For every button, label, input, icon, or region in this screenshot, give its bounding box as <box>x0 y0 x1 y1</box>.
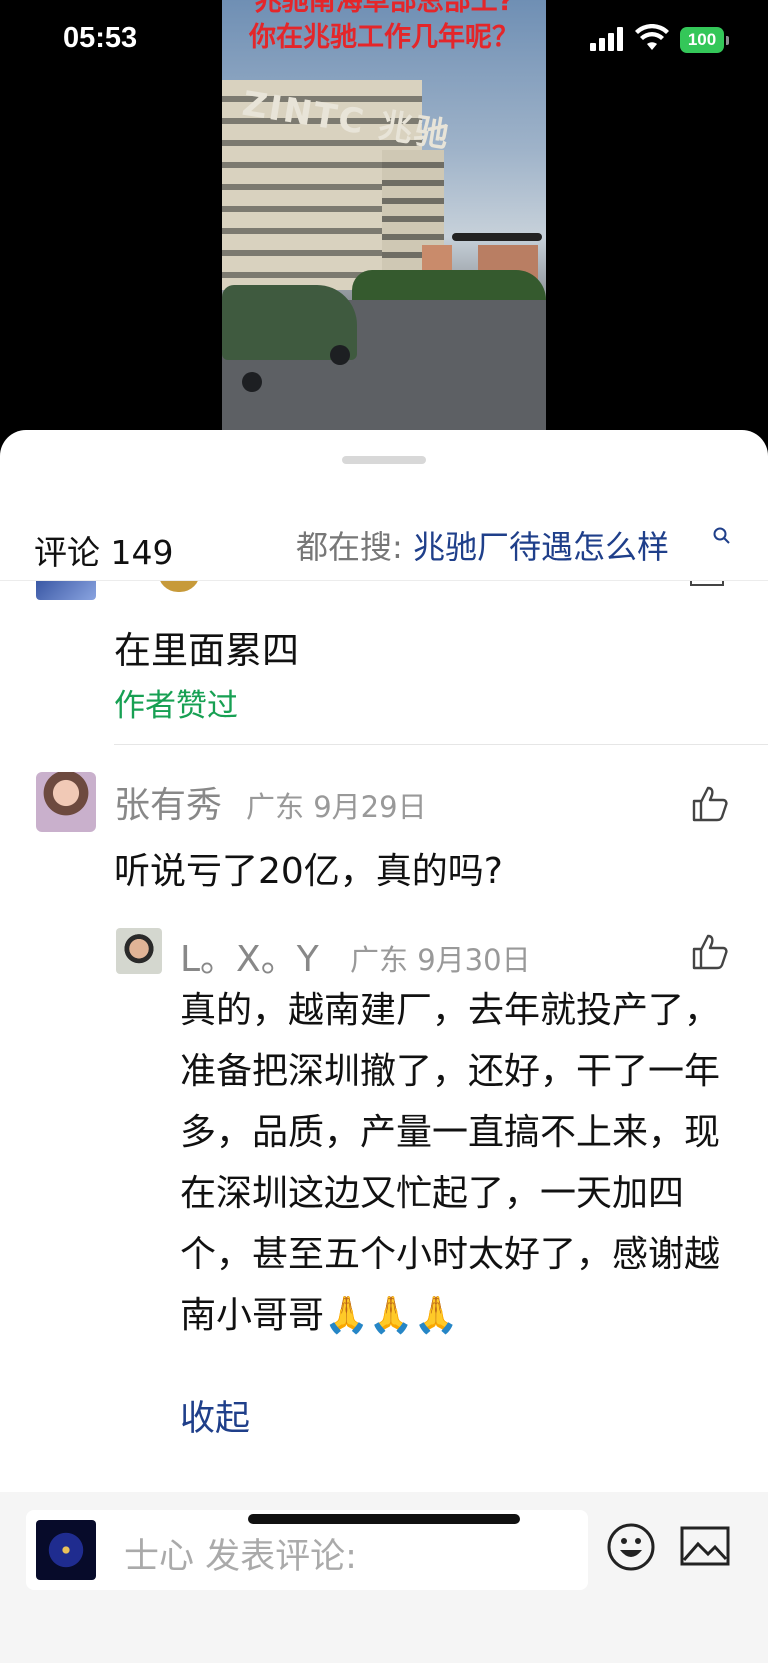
trending-search[interactable]: 都在搜: 兆驰厂待遇怎么样 <box>296 522 669 568</box>
thumbs-up-icon[interactable] <box>690 784 730 824</box>
comment-header: 评论 149 都在搜: 兆驰厂待遇怎么样 <box>0 506 768 581</box>
video-player[interactable]: ZINTC 兆驰 兆驰南海草部总部工? 你在兆驰工作几年呢？ <box>0 0 768 440</box>
avatar[interactable] <box>116 928 162 974</box>
avatar[interactable] <box>36 580 96 600</box>
comment-author[interactable]: 张有秀 <box>114 776 222 828</box>
comment-sheet: 评论 149 都在搜: 兆驰厂待遇怎么样 在里面累四 作者赞过 张有秀 广东 9… <box>0 430 768 1663</box>
thumbs-up-icon[interactable] <box>690 932 730 972</box>
smiley-icon[interactable] <box>606 1522 656 1572</box>
image-icon[interactable] <box>680 1526 730 1566</box>
search-icon[interactable] <box>712 526 732 546</box>
collapse-replies-link[interactable]: 收起 <box>180 1390 250 1441</box>
divider <box>114 744 768 745</box>
traffic-light <box>452 233 542 241</box>
video-caption: 兆驰南海草部总部工? 你在兆驰工作几年呢？ <box>222 0 546 56</box>
battery-icon: 100 <box>680 27 724 53</box>
sheet-drag-handle[interactable] <box>342 456 426 464</box>
input-placeholder: 士心 发表评论: <box>124 1537 357 1577</box>
cart-wheel <box>330 345 350 365</box>
reply-text: 真的，越南建厂，去年就投产了，准备把深圳撤了，还好，干了一年多，品质，产量一直搞… <box>180 990 721 1336</box>
comment-text: 听说亏了20亿，真的吗? <box>114 851 503 892</box>
comment-text: 在里面累四 <box>114 629 299 672</box>
reply-meta: 广东 9月30日 <box>350 943 531 977</box>
caption-line-2: 你在兆驰工作几年呢？ <box>249 22 519 53</box>
search-query-link[interactable]: 兆驰厂待遇怎么样 <box>413 528 669 566</box>
caption-line-1: 兆驰南海草部总部工? <box>254 0 514 17</box>
wifi-icon <box>635 24 669 50</box>
search-prefix: 都在搜: <box>296 528 413 566</box>
comment-count: 评论 149 <box>34 533 174 572</box>
comment-meta: 广东 9月29日 <box>246 790 427 824</box>
home-indicator[interactable] <box>248 1514 520 1524</box>
video-frame: ZINTC 兆驰 <box>222 0 546 430</box>
cellular-signal-icon <box>590 27 626 51</box>
status-time: 05:53 <box>63 22 138 54</box>
emoji-decoration <box>158 580 200 592</box>
comment-list[interactable]: 在里面累四 作者赞过 张有秀 广东 9月29日 听说亏了20亿，真的吗? L。X… <box>0 580 768 1492</box>
battery-tip <box>726 36 729 45</box>
reply-author[interactable]: L。X。Y <box>180 930 319 982</box>
author-liked-badge: 作者赞过 <box>114 688 238 724</box>
avatar[interactable] <box>36 772 96 832</box>
cart-wheel <box>242 372 262 392</box>
avatar <box>36 1520 96 1580</box>
